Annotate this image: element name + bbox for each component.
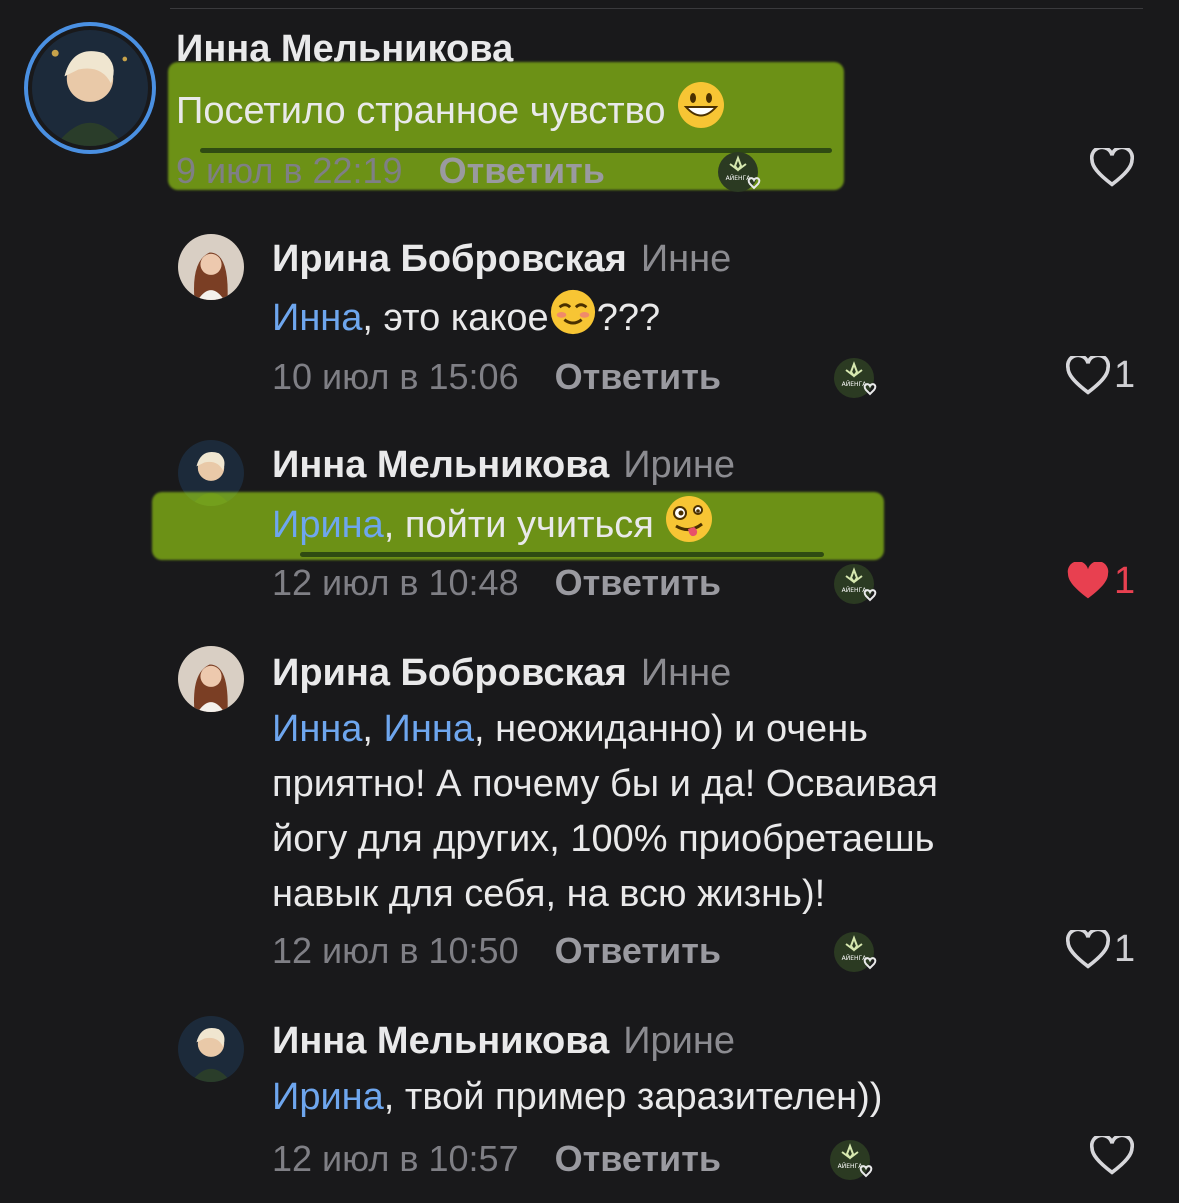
reply-to-label: Ирине	[623, 1020, 736, 1062]
svg-text:АЙЕНГА: АЙЕНГА	[838, 1163, 864, 1170]
like-button[interactable]: 1	[1066, 560, 1135, 603]
comment-meta: 10 июл в 15:06 Ответить	[272, 356, 721, 398]
comment-meta: 12 июл в 10:57 Ответить	[272, 1138, 721, 1180]
comment-author[interactable]: Ирина Бобровская Инне	[272, 238, 731, 281]
comment-date: 12 июл в 10:48	[272, 562, 519, 603]
like-count: 1	[1114, 560, 1136, 602]
smiling-face-icon	[549, 288, 597, 352]
reply-to-label: Инне	[640, 238, 732, 280]
comment-text: Ирина, твой пример заразителен))	[272, 1076, 883, 1118]
svg-text:АЙЕНГА: АЙЕНГА	[842, 381, 868, 388]
reply-button[interactable]: Ответить	[439, 150, 605, 191]
comment-author[interactable]: Инна Мельникова	[176, 28, 513, 71]
reply-button[interactable]: Ответить	[555, 930, 721, 971]
mention-link[interactable]: Инна	[272, 708, 362, 750]
community-reaction-icon[interactable]: АЙЕНГА	[830, 1138, 876, 1184]
reply-to-label: Ирине	[623, 444, 736, 486]
reply-button[interactable]: Ответить	[555, 356, 721, 397]
mention-link[interactable]: Инна	[384, 708, 474, 750]
comment-author[interactable]: Ирина Бобровская Инне	[272, 652, 731, 695]
community-reaction-icon[interactable]: АЙЕНГА	[834, 562, 880, 608]
like-button[interactable]: 1	[1066, 928, 1135, 971]
comment-date: 12 июл в 10:57	[272, 1138, 519, 1179]
like-button[interactable]	[1090, 148, 1138, 188]
comment-text: Инна, Инна, неожиданно) и очень приятно!…	[272, 708, 938, 915]
top-divider	[170, 8, 1143, 9]
community-reaction-icon[interactable]: АЙЕНГА	[718, 150, 764, 196]
heart-icon	[1090, 1136, 1134, 1176]
like-button[interactable]	[1090, 1136, 1138, 1176]
comment-date: 9 июл в 22:19	[176, 150, 403, 191]
comment-date: 12 июл в 10:50	[272, 930, 519, 971]
avatar[interactable]	[178, 234, 244, 300]
svg-text:АЙЕНГА: АЙЕНГА	[842, 587, 868, 594]
comment-text: Инна, это какое???	[272, 288, 660, 352]
reply-to-label: Инне	[640, 652, 732, 694]
avatar[interactable]	[32, 30, 148, 146]
comment-author[interactable]: Инна Мельникова Ирине	[272, 1020, 735, 1063]
grinning-face-icon	[676, 80, 726, 146]
comment-meta: 9 июл в 22:19 Ответить	[176, 150, 605, 192]
svg-text:АЙЕНГА: АЙЕНГА	[842, 955, 868, 962]
heart-icon	[1066, 355, 1110, 396]
like-button[interactable]: 1	[1066, 354, 1135, 397]
zany-face-icon	[664, 494, 714, 560]
mention-link[interactable]: Ирина	[272, 1076, 384, 1118]
like-count: 1	[1114, 354, 1136, 396]
marker-underline	[300, 552, 824, 557]
avatar[interactable]	[178, 1016, 244, 1082]
avatar[interactable]	[178, 646, 244, 712]
mention-link[interactable]: Инна	[272, 297, 362, 339]
comment-meta: 12 июл в 10:50 Ответить	[272, 930, 721, 972]
heart-icon	[1066, 929, 1110, 970]
comment-text: Ирина, пойти учиться	[272, 494, 714, 560]
comment-meta: 12 июл в 10:48 Ответить	[272, 562, 721, 604]
comment-date: 10 июл в 15:06	[272, 356, 519, 397]
comment-author[interactable]: Инна Мельникова Ирине	[272, 444, 735, 487]
comment-text: Посетило странное чувство	[176, 80, 726, 146]
mention-link[interactable]: Ирина	[272, 504, 384, 546]
like-count: 1	[1114, 928, 1136, 970]
svg-text:АЙЕНГА: АЙЕНГА	[726, 175, 752, 182]
heart-icon	[1090, 148, 1134, 188]
community-reaction-icon[interactable]: АЙЕНГА	[834, 930, 880, 976]
community-reaction-icon[interactable]: АЙЕНГА	[834, 356, 880, 402]
reply-button[interactable]: Ответить	[555, 562, 721, 603]
reply-button[interactable]: Ответить	[555, 1138, 721, 1179]
heart-filled-icon	[1066, 561, 1110, 602]
